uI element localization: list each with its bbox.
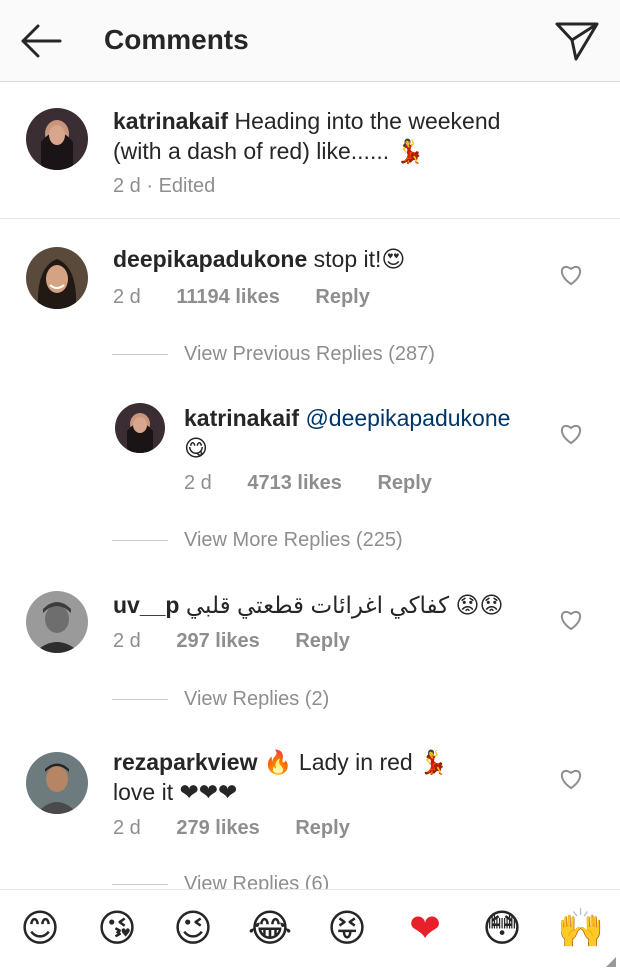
- comment-time: 2 d: [113, 286, 141, 308]
- emoji-button[interactable]: 😉: [168, 906, 218, 952]
- avatar[interactable]: [26, 752, 88, 814]
- reply-text: katrinakaif @deepikapadukone 😋: [184, 403, 510, 463]
- emoji-button[interactable]: 😘: [92, 906, 142, 952]
- emoji-button[interactable]: 😝: [322, 906, 372, 952]
- emoji-button[interactable]: 😳: [477, 906, 527, 952]
- comment-username[interactable]: deepikapadukone: [113, 246, 307, 272]
- likes-count[interactable]: 11194 likes: [176, 286, 279, 308]
- comment-meta: 2 d 11194 likes Reply: [113, 286, 370, 309]
- divider: [0, 218, 620, 219]
- divider: [112, 354, 168, 355]
- caption-username[interactable]: katrinakaif: [113, 108, 228, 134]
- avatar[interactable]: [115, 403, 165, 453]
- mention-link[interactable]: @deepikapadukone: [305, 405, 510, 431]
- divider: [112, 884, 168, 885]
- page-title: Comments: [104, 24, 249, 55]
- comment-text: rezaparkview 🔥 Lady in red 💃 love it ❤❤❤: [113, 747, 448, 807]
- comment-body: stop it!😍: [313, 246, 406, 272]
- caption-time: 2 d: [113, 175, 141, 197]
- caption-line1: Heading into the weekend: [234, 108, 501, 134]
- reply-time: 2 d: [184, 472, 212, 494]
- view-previous-replies-link[interactable]: View Previous Replies (287): [184, 343, 435, 366]
- emoji-button[interactable]: 😂: [245, 906, 295, 952]
- comment-username[interactable]: rezaparkview: [113, 749, 257, 775]
- reply-body: 😋: [184, 435, 208, 461]
- likes-count[interactable]: 297 likes: [176, 630, 259, 652]
- comment-time: 2 d: [113, 630, 141, 652]
- comment-username[interactable]: uv__p: [113, 592, 179, 618]
- avatar[interactable]: [26, 247, 88, 309]
- reply-button[interactable]: Reply: [377, 472, 431, 494]
- comment-text: uv__p كفاكي اغرائات قطعتي قلبي 😟😟: [113, 590, 503, 620]
- divider: [112, 540, 168, 541]
- comment-text: deepikapadukone stop it!😍: [113, 244, 405, 274]
- arrow-left-icon[interactable]: [18, 22, 62, 60]
- likes-count[interactable]: 4713 likes: [247, 472, 342, 494]
- heart-icon[interactable]: [559, 768, 583, 790]
- emoji-button[interactable]: 😊: [15, 906, 65, 952]
- view-more-replies-link[interactable]: View More Replies (225): [184, 529, 403, 552]
- comment-time: 2 d: [113, 817, 141, 839]
- heart-icon[interactable]: [559, 609, 583, 631]
- reply-button[interactable]: Reply: [315, 286, 369, 308]
- reply-username[interactable]: katrinakaif: [184, 405, 299, 431]
- reply-meta: 2 d 4713 likes Reply: [184, 472, 432, 495]
- paper-plane-icon[interactable]: [554, 20, 600, 62]
- comment-body-line2: love it ❤❤❤: [113, 779, 238, 805]
- comment-body: 🔥 Lady in red 💃: [263, 749, 448, 775]
- edited-label: · Edited: [146, 175, 216, 197]
- avatar[interactable]: [26, 108, 88, 170]
- top-bar: Comments: [0, 0, 620, 82]
- view-replies-link[interactable]: View Replies (2): [184, 688, 329, 711]
- avatar[interactable]: [26, 591, 88, 653]
- reply-button[interactable]: Reply: [295, 630, 349, 652]
- heart-icon[interactable]: [559, 423, 583, 445]
- divider: [112, 699, 168, 700]
- heart-icon[interactable]: [559, 264, 583, 286]
- resize-handle-icon: [606, 957, 616, 967]
- emoji-button[interactable]: ❤: [400, 906, 450, 952]
- reply-button[interactable]: Reply: [295, 817, 349, 839]
- comment-meta: 2 d 279 likes Reply: [113, 817, 350, 840]
- comment-body: كفاكي اغرائات قطعتي قلبي 😟😟: [185, 592, 504, 618]
- caption-line2: (with a dash of red) like...... 💃: [113, 138, 425, 164]
- caption-text: katrinakaif Heading into the weekend (wi…: [113, 106, 593, 166]
- likes-count[interactable]: 279 likes: [176, 817, 259, 839]
- emoji-quick-bar: 😊 😘 😉 😂 😝 ❤ 😳 🙌: [0, 889, 620, 971]
- emoji-button[interactable]: 🙌: [556, 906, 606, 952]
- caption-meta: 2 d · Edited: [113, 175, 215, 198]
- comment-meta: 2 d 297 likes Reply: [113, 630, 350, 653]
